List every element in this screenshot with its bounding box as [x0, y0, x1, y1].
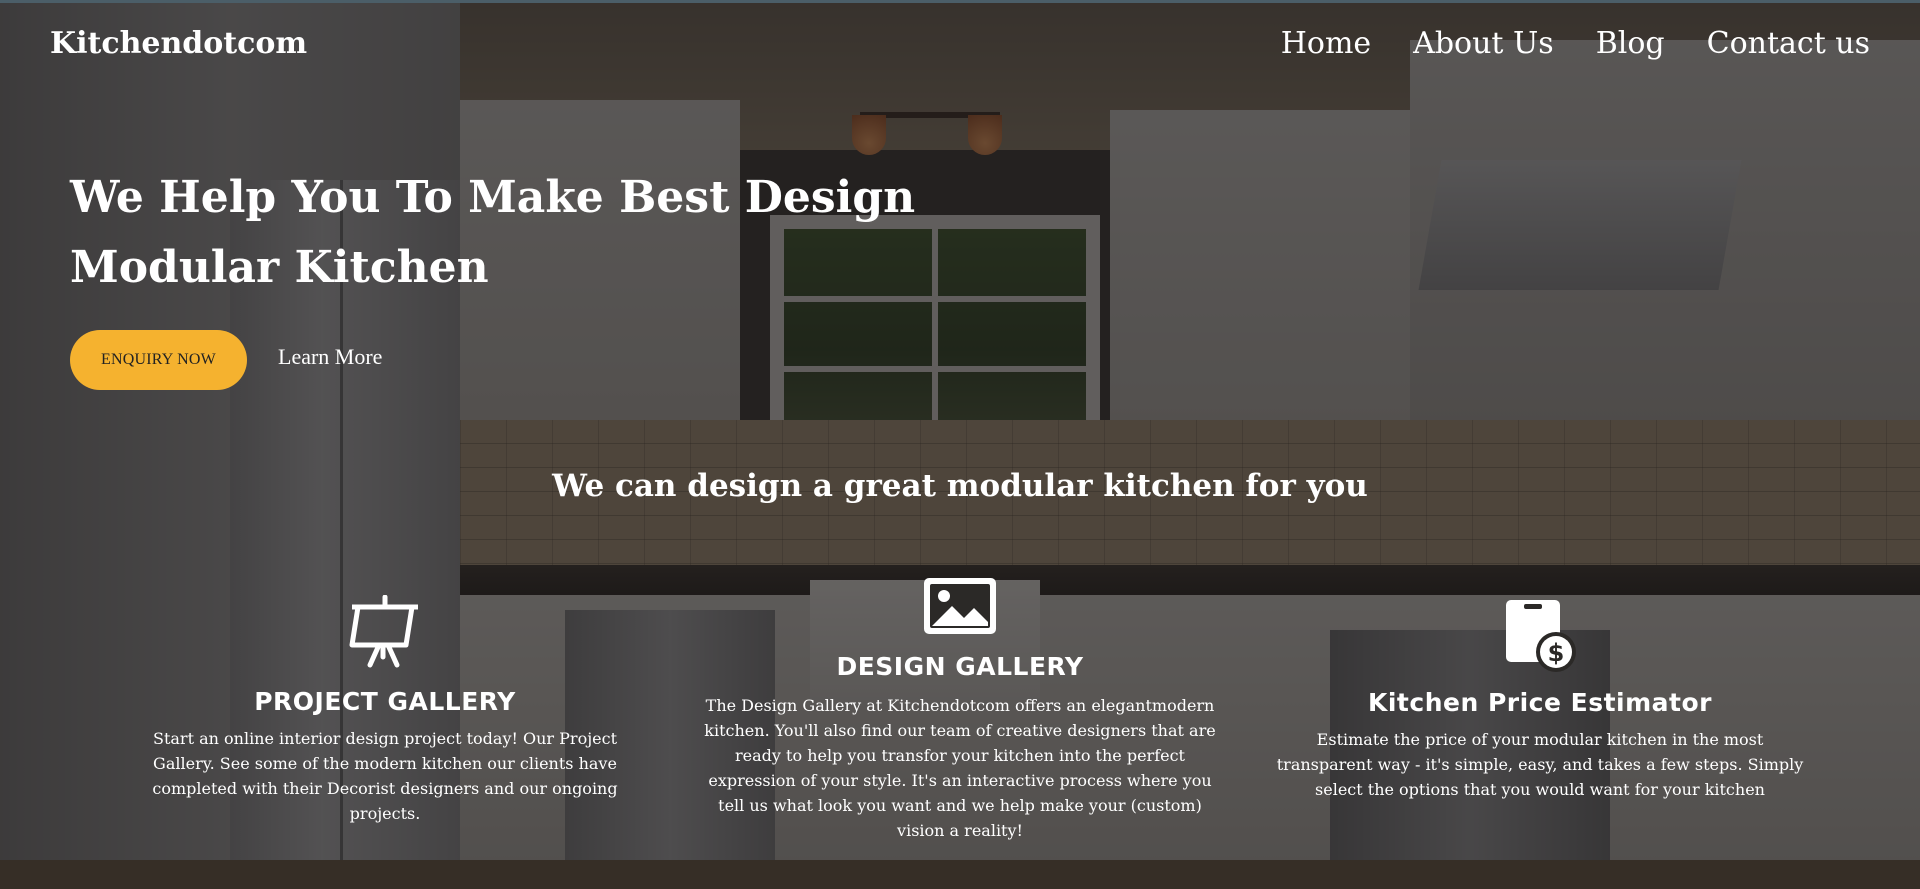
enquiry-now-button[interactable]: ENQUIRY NOW — [70, 330, 247, 390]
hero-title: We Help You To Make Best Design Modular … — [70, 172, 916, 293]
nav-contact-link[interactable]: Contact us — [1707, 26, 1870, 61]
image-icon — [924, 578, 996, 634]
top-border — [0, 0, 1920, 3]
price-tag-dollar-icon: $ — [1506, 600, 1576, 672]
nav-blog-link[interactable]: Blog — [1596, 26, 1665, 61]
feature-description: Estimate the price of your modular kitch… — [1276, 730, 1804, 799]
nav-about-link[interactable]: About Us — [1413, 26, 1554, 61]
main-nav: Home About Us Blog Contact us — [1281, 26, 1870, 61]
feature-title: DESIGN GALLERY — [836, 652, 1084, 681]
svg-text:$: $ — [1548, 639, 1565, 667]
feature-title: Kitchen Price Estimator — [1367, 688, 1713, 717]
presentation-board-icon — [349, 595, 418, 668]
feature-description: Start an online interior design project … — [152, 729, 618, 823]
learn-more-link[interactable]: Learn More — [278, 344, 382, 370]
feature-title: PROJECT GALLERY — [254, 687, 516, 716]
feature-design-gallery: DESIGN GALLERY The Design Gallery at Kit… — [695, 578, 1225, 843]
section-tagline: We can design a great modular kitchen fo… — [552, 468, 1368, 504]
brand-logo-link[interactable]: Kitchendotcom — [50, 26, 307, 61]
feature-description: The Design Gallery at Kitchendotcom offe… — [704, 696, 1216, 840]
feature-price-estimator: $ Kitchen Price Estimator Estimate the p… — [1275, 598, 1805, 802]
nav-home-link[interactable]: Home — [1281, 26, 1371, 61]
feature-project-gallery: PROJECT GALLERY Start an online interior… — [120, 595, 650, 826]
